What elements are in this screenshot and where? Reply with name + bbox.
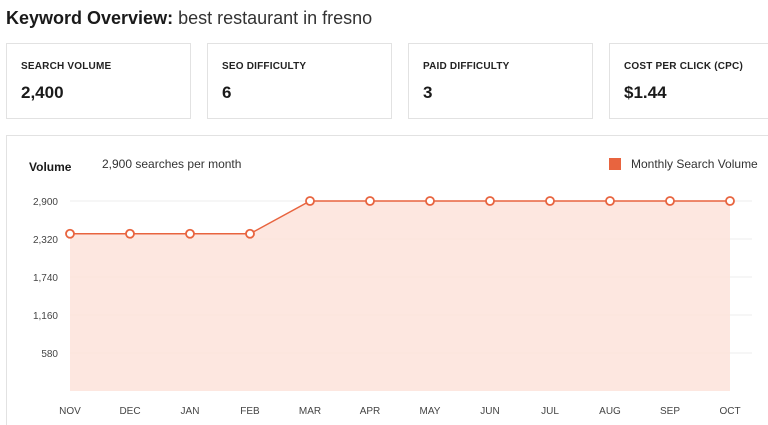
x-tick-label: MAY — [420, 406, 441, 417]
data-point — [305, 196, 315, 206]
x-tick-label: OCT — [719, 406, 740, 417]
y-tick-label: 1,740 — [33, 273, 58, 284]
data-point — [365, 196, 375, 206]
data-point — [245, 228, 255, 239]
data-point — [485, 196, 495, 206]
x-tick-label: FEB — [240, 406, 260, 417]
x-tick-label: SEP — [660, 406, 680, 417]
data-point — [545, 196, 555, 206]
data-point — [605, 196, 615, 206]
y-tick-label: 1,160 — [33, 311, 58, 322]
x-tick-label: NOV — [59, 406, 81, 417]
volume-chart: 2,900 2,320 1,740 1,160 580 NOV DEC JAN FEB MAR AP… — [33, 196, 752, 417]
y-tick-label: 580 — [41, 349, 58, 360]
data-point — [65, 228, 75, 239]
series-area — [70, 201, 730, 391]
data-point — [425, 196, 435, 206]
x-tick-label: JAN — [181, 406, 200, 417]
data-point — [665, 196, 675, 206]
data-point — [185, 228, 195, 239]
x-tick-label: DEC — [119, 406, 140, 417]
x-tick-label: AUG — [599, 406, 621, 417]
x-tick-label: JUL — [541, 406, 559, 417]
x-tick-label: JUN — [480, 406, 499, 417]
data-point — [725, 196, 735, 206]
x-tick-label: APR — [360, 406, 381, 417]
x-tick-label: MAR — [299, 406, 321, 417]
data-point — [125, 228, 135, 239]
y-tick-label: 2,900 — [33, 197, 58, 208]
y-tick-label: 2,320 — [33, 235, 58, 246]
